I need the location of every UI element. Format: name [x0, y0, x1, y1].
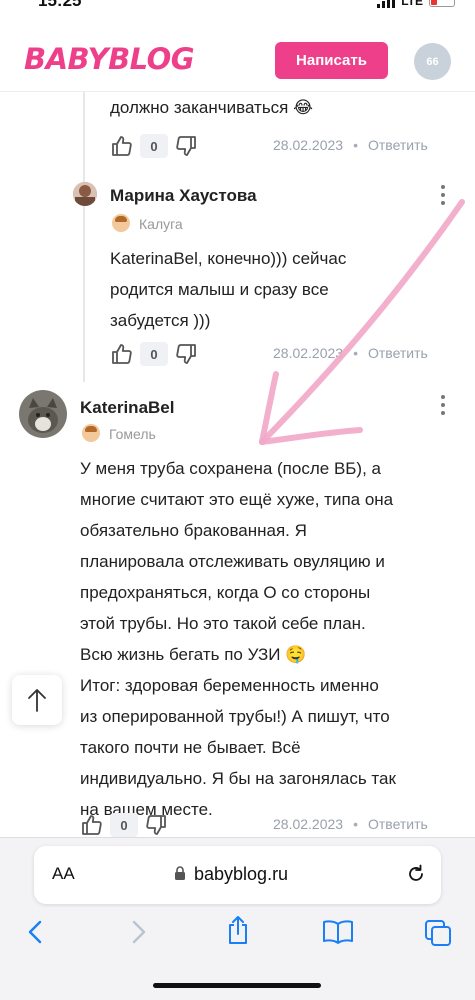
address-bar[interactable]: AA babyblog.ru: [34, 846, 441, 904]
status-bar: 15:25 LTE: [0, 0, 475, 16]
reload-icon[interactable]: [405, 863, 427, 885]
status-indicators: LTE: [377, 0, 455, 8]
lock-icon: [175, 866, 185, 880]
comments-section: должно заканчиваться 😂 0 28.02.2023 • От…: [0, 92, 475, 837]
write-button[interactable]: Написать: [275, 42, 388, 79]
bookmarks-icon[interactable]: [322, 919, 354, 945]
back-icon[interactable]: [26, 919, 46, 945]
browser-address-area: AA babyblog.ru: [0, 837, 475, 907]
arrow-up-icon: [28, 689, 46, 712]
home-indicator: [153, 983, 321, 988]
scroll-to-top-button[interactable]: [12, 675, 62, 725]
user-avatar[interactable]: 66: [414, 43, 451, 80]
site-header: BABYBLOG Написать 66: [0, 16, 475, 92]
battery-icon: [429, 0, 455, 7]
annotation-arrow: [259, 199, 465, 445]
url-text[interactable]: babyblog.ru: [194, 864, 288, 885]
network-label: LTE: [401, 0, 423, 8]
tabs-icon[interactable]: [424, 919, 452, 947]
logo[interactable]: BABYBLOG: [24, 42, 195, 76]
share-icon[interactable]: [226, 915, 250, 945]
browser-toolbar: [0, 907, 475, 1000]
status-time: 15:25: [38, 0, 82, 10]
signal-icon: [377, 0, 396, 8]
forward-icon[interactable]: [128, 919, 148, 945]
reader-options-button[interactable]: AA: [52, 864, 75, 884]
